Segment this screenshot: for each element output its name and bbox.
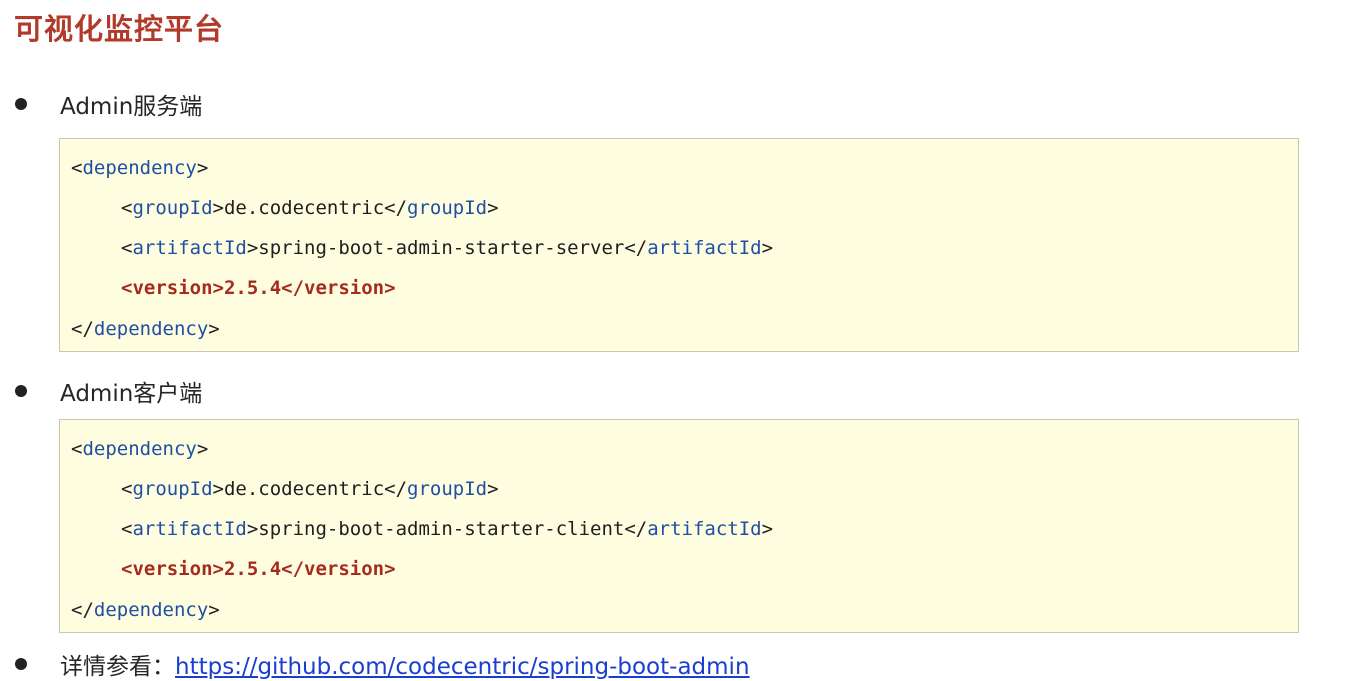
bullet-dot-icon xyxy=(15,98,27,110)
bullet-dot-icon xyxy=(15,385,27,397)
code-block-server: <dependency> <groupId>de.codecentric</gr… xyxy=(59,138,1299,352)
code-block-client: <dependency> <groupId>de.codecentric</gr… xyxy=(59,419,1299,633)
code-line-version: <version>2.5.4</version> xyxy=(121,277,396,299)
code-line-dependency-close: </dependency> xyxy=(71,318,220,340)
code-line-groupid: <groupId>de.codecentric</groupId> xyxy=(121,478,499,500)
code-line-dependency-open: <dependency> xyxy=(71,157,209,179)
code-line-dependency-open: <dependency> xyxy=(71,438,209,460)
code-line-groupid: <groupId>de.codecentric</groupId> xyxy=(121,197,499,219)
code-line-version: <version>2.5.4</version> xyxy=(121,558,396,580)
github-link[interactable]: https://github.com/codecentric/spring-bo… xyxy=(175,654,750,680)
bullet-dot-icon xyxy=(15,658,27,670)
bullet-label: Admin客户端 xyxy=(60,381,203,407)
page-title: 可视化监控平台 xyxy=(14,12,225,46)
code-line-dependency-close: </dependency> xyxy=(71,599,220,621)
details-label: 详情参看： xyxy=(60,654,175,680)
code-line-artifactid: <artifactId>spring-boot-admin-starter-cl… xyxy=(121,518,774,540)
details-line: 详情参看：https://github.com/codecentric/spri… xyxy=(60,647,750,681)
code-line-artifactid: <artifactId>spring-boot-admin-starter-se… xyxy=(121,237,774,259)
bullet-label: Admin服务端 xyxy=(60,94,203,120)
